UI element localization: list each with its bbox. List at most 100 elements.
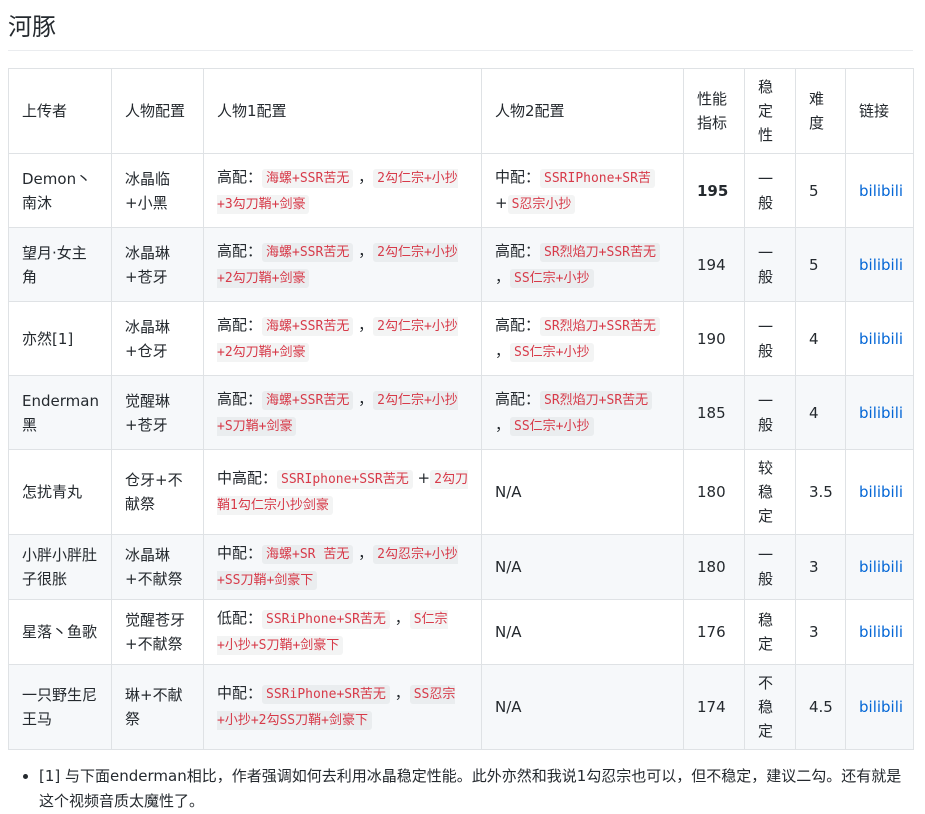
config-code: 海螺+SSR苦无 (262, 242, 354, 262)
config-code: 海螺+SSR苦无 (262, 168, 354, 188)
char1-config-cell: 高配： 海螺+SSR苦无 ， 2勾仁宗+小抄+S刀鞘+剑豪 (203, 375, 482, 450)
config-code: SSRIphone+SSR苦无 (277, 470, 413, 489)
bilibili-link[interactable]: bilibili (859, 483, 903, 501)
config-code: SR烈焰刀+SSR苦无 (540, 316, 660, 336)
config-code: 海螺+SSR苦无 (262, 316, 354, 336)
bilibili-link[interactable]: bilibili (859, 698, 903, 716)
chars-cell: 冰晶临+小黑 (111, 153, 204, 228)
uploader-cell: 亦然[1] (8, 301, 112, 376)
bilibili-link[interactable]: bilibili (859, 558, 903, 576)
table-row: 一只野生尼王马 琳+不献祭 中配： SSRiPhone+SR苦无 ， SS忍宗+小抄+2… (8, 664, 914, 750)
stability-cell: 一般 (744, 534, 796, 600)
config-text: N/A (495, 483, 522, 501)
config-text: ， (495, 415, 511, 434)
perf-cell: 180 (683, 534, 745, 600)
char2-config-cell: N/A (481, 664, 684, 750)
char2-config-cell: N/A (481, 449, 684, 535)
table-row: 望月·女主角 冰晶琳+苍牙 高配： 海螺+SSR苦无 ， 2勾仁宗+小抄+2勾刀鞘+剑豪… (8, 227, 914, 302)
bilibili-link[interactable]: bilibili (859, 623, 903, 641)
bilibili-link[interactable]: bilibili (859, 256, 903, 274)
config-text: N/A (495, 698, 522, 716)
config-text: ， (358, 167, 374, 186)
col-header-chars: 人物配置 (111, 68, 204, 154)
perf-cell: 194 (683, 227, 745, 302)
col-header-char1: 人物1配置 (203, 68, 482, 154)
config-text: N/A (495, 623, 522, 641)
difficulty-cell: 3.5 (795, 449, 846, 535)
col-header-difficulty: 难度 (795, 68, 846, 154)
perf-cell: 174 (683, 664, 745, 750)
char2-config-cell: N/A (481, 599, 684, 665)
perf-cell: 195 (683, 153, 745, 228)
col-header-stability: 稳定性 (744, 68, 796, 154)
config-code: SS仁宗+小抄 (510, 342, 594, 362)
col-header-uploader: 上传者 (8, 68, 112, 154)
config-text: ， (358, 544, 374, 562)
char2-config-cell: 高配： SR烈焰刀+SR苦无 ， SS仁宗+小抄 (481, 375, 684, 450)
config-text: 高配： (217, 389, 263, 408)
config-text: ， (394, 684, 410, 702)
difficulty-cell: 4 (795, 375, 846, 450)
config-text: + (417, 469, 431, 487)
config-code: SS仁宗+小抄 (510, 416, 594, 436)
config-text: 高配： (217, 241, 263, 260)
char2-config-cell: 高配： SR烈焰刀+SSR苦无 ， SS仁宗+小抄 (481, 301, 684, 376)
perf-cell: 180 (683, 449, 745, 535)
footnote-list: [1] 与下面enderman相比，作者强调如何去利用冰晶稳定性能。此外亦然和我… (8, 764, 913, 814)
stability-cell: 不稳定 (744, 664, 796, 750)
config-text: ， (495, 267, 511, 286)
char1-config-cell: 中高配： SSRIphone+SSR苦无 +2勾刀鞘1勾仁宗小抄剑豪 (203, 449, 482, 535)
chars-cell: 冰晶琳+仓牙 (111, 301, 204, 376)
config-code: SS仁宗+小抄 (510, 268, 594, 288)
config-code: SSRIPhone+SR苦 (540, 168, 655, 188)
link-cell: bilibili (845, 375, 914, 450)
uploader-cell: Enderman黑 (8, 375, 112, 450)
chars-cell: 觉醒苍牙+不献祭 (111, 599, 204, 665)
link-cell: bilibili (845, 534, 914, 600)
bilibili-link[interactable]: bilibili (859, 404, 903, 422)
chars-cell: 仓牙+不献祭 (111, 449, 204, 535)
bilibili-link[interactable]: bilibili (859, 182, 903, 200)
footnote-1: [1] 与下面enderman相比，作者强调如何去利用冰晶稳定性能。此外亦然和我… (39, 764, 913, 814)
bilibili-link[interactable]: bilibili (859, 330, 903, 348)
config-code: SSRiPhone+SR苦无 (262, 610, 390, 629)
perf-cell: 190 (683, 301, 745, 376)
perf-value-bold: 195 (697, 181, 729, 200)
config-code: SR烈焰刀+SR苦无 (540, 390, 653, 410)
config-text: 中高配： (217, 469, 278, 487)
uploader-cell: 怎扰青丸 (8, 449, 112, 535)
chars-cell: 琳+不献祭 (111, 664, 204, 750)
config-text: 高配： (495, 315, 541, 334)
link-cell: bilibili (845, 227, 914, 302)
config-table: 上传者 人物配置 人物1配置 人物2配置 性能指标 稳定性 难度 链接 Demo… (8, 68, 914, 750)
difficulty-cell: 3 (795, 599, 846, 665)
stability-cell: 一般 (744, 153, 796, 228)
uploader-cell: 星落丶鱼歌 (8, 599, 112, 665)
char1-config-cell: 低配： SSRiPhone+SR苦无 ， S仁宗+小抄+S刀鞘+剑豪下 (203, 599, 482, 665)
stability-cell: 较稳定 (744, 449, 796, 535)
chars-cell: 冰晶琳+不献祭 (111, 534, 204, 600)
config-text: ， (358, 241, 374, 260)
link-cell: bilibili (845, 153, 914, 228)
config-text: ， (495, 341, 511, 360)
chars-cell: 冰晶琳+苍牙 (111, 227, 204, 302)
table-row: 怎扰青丸 仓牙+不献祭 中高配： SSRIphone+SSR苦无 +2勾刀鞘1勾仁宗小… (8, 449, 914, 535)
difficulty-cell: 4.5 (795, 664, 846, 750)
table-body: Demon丶南沐 冰晶临+小黑 高配： 海螺+SSR苦无 ， 2勾仁宗+小抄+3勾刀鞘+… (8, 153, 914, 750)
config-text: 高配： (217, 315, 263, 334)
table-row: Enderman黑 觉醒琳+苍牙 高配： 海螺+SSR苦无 ， 2勾仁宗+小抄+S刀鞘+… (8, 375, 914, 450)
col-header-perf: 性能指标 (683, 68, 745, 154)
char1-config-cell: 高配： 海螺+SSR苦无 ， 2勾仁宗+小抄+2勾刀鞘+剑豪 (203, 301, 482, 376)
config-text: 高配： (495, 389, 541, 408)
char2-config-cell: N/A (481, 534, 684, 600)
config-code: SR烈焰刀+SSR苦无 (540, 242, 660, 262)
uploader-cell: 小胖小胖肚子很胀 (8, 534, 112, 600)
link-cell: bilibili (845, 449, 914, 535)
config-text: 中配： (495, 167, 541, 186)
table-header-row: 上传者 人物配置 人物1配置 人物2配置 性能指标 稳定性 难度 链接 (8, 68, 914, 154)
difficulty-cell: 5 (795, 227, 846, 302)
difficulty-cell: 4 (795, 301, 846, 376)
config-text: N/A (495, 558, 522, 576)
char2-config-cell: 高配： SR烈焰刀+SSR苦无 ， SS仁宗+小抄 (481, 227, 684, 302)
config-text: 中配： (217, 684, 263, 702)
